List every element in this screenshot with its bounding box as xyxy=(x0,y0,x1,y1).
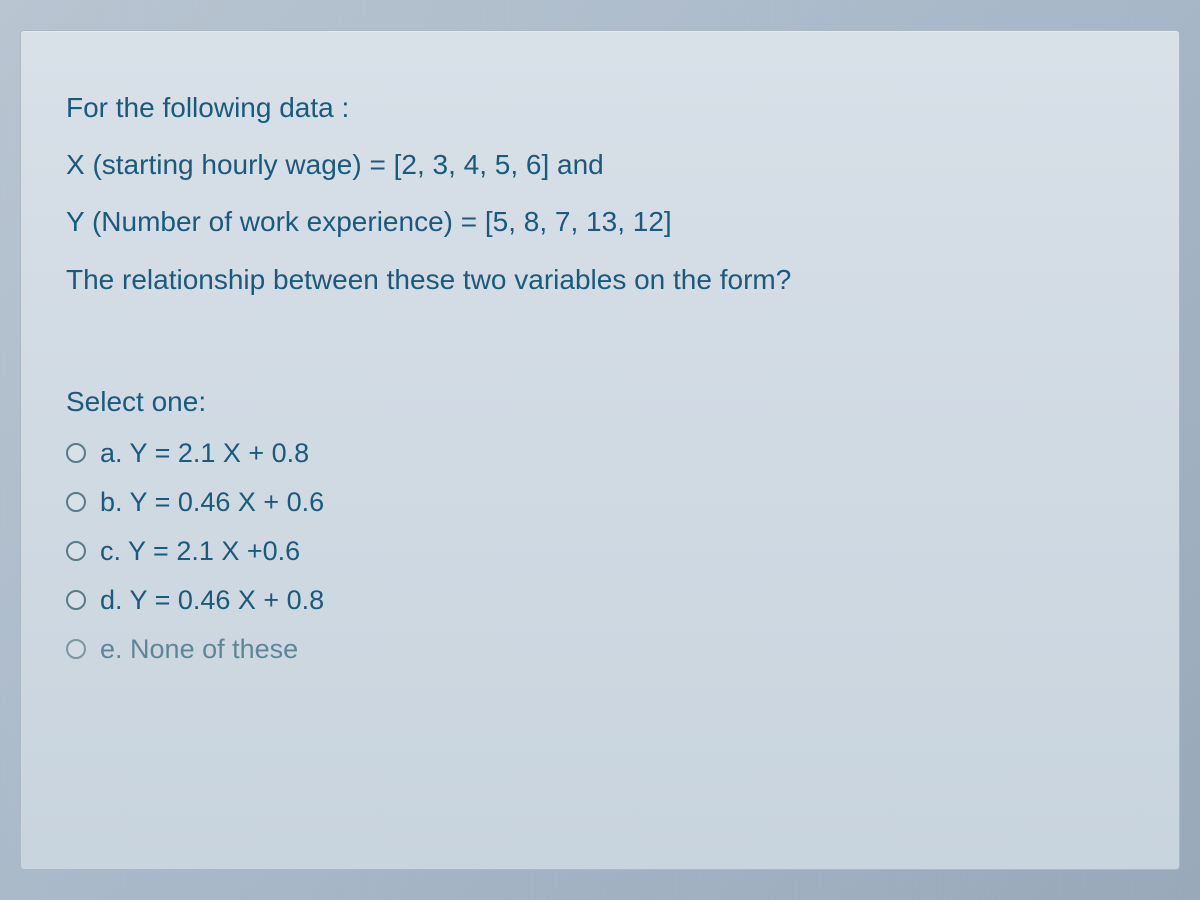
radio-icon[interactable] xyxy=(66,590,86,610)
radio-icon[interactable] xyxy=(66,443,86,463)
radio-icon[interactable] xyxy=(66,541,86,561)
question-prompt: The relationship between these two varia… xyxy=(66,253,1134,306)
question-card: For the following data : X (starting hou… xyxy=(20,30,1180,870)
option-d[interactable]: d. Y = 0.46 X + 0.8 xyxy=(66,585,1134,616)
question-x-line: X (starting hourly wage) = [2, 3, 4, 5, … xyxy=(66,138,1134,191)
question-y-line: Y (Number of work experience) = [5, 8, 7… xyxy=(66,195,1134,248)
radio-icon[interactable] xyxy=(66,639,86,659)
option-label[interactable]: b. Y = 0.46 X + 0.6 xyxy=(100,487,324,518)
select-prompt: Select one: xyxy=(66,386,1134,418)
option-label[interactable]: c. Y = 2.1 X +0.6 xyxy=(100,536,300,567)
options-group: a. Y = 2.1 X + 0.8 b. Y = 0.46 X + 0.6 c… xyxy=(66,438,1134,665)
option-label[interactable]: e. None of these xyxy=(100,634,298,665)
option-label[interactable]: a. Y = 2.1 X + 0.8 xyxy=(100,438,309,469)
option-b[interactable]: b. Y = 0.46 X + 0.6 xyxy=(66,487,1134,518)
x-values: = [2, 3, 4, 5, 6] and xyxy=(369,149,603,180)
option-c[interactable]: c. Y = 2.1 X +0.6 xyxy=(66,536,1134,567)
question-text: For the following data : X (starting hou… xyxy=(66,81,1134,306)
radio-icon[interactable] xyxy=(66,492,86,512)
x-label: X (starting hourly wage) xyxy=(66,149,362,180)
option-e[interactable]: e. None of these xyxy=(66,634,1134,665)
question-intro: For the following data : xyxy=(66,81,1134,134)
option-a[interactable]: a. Y = 2.1 X + 0.8 xyxy=(66,438,1134,469)
option-label[interactable]: d. Y = 0.46 X + 0.8 xyxy=(100,585,324,616)
